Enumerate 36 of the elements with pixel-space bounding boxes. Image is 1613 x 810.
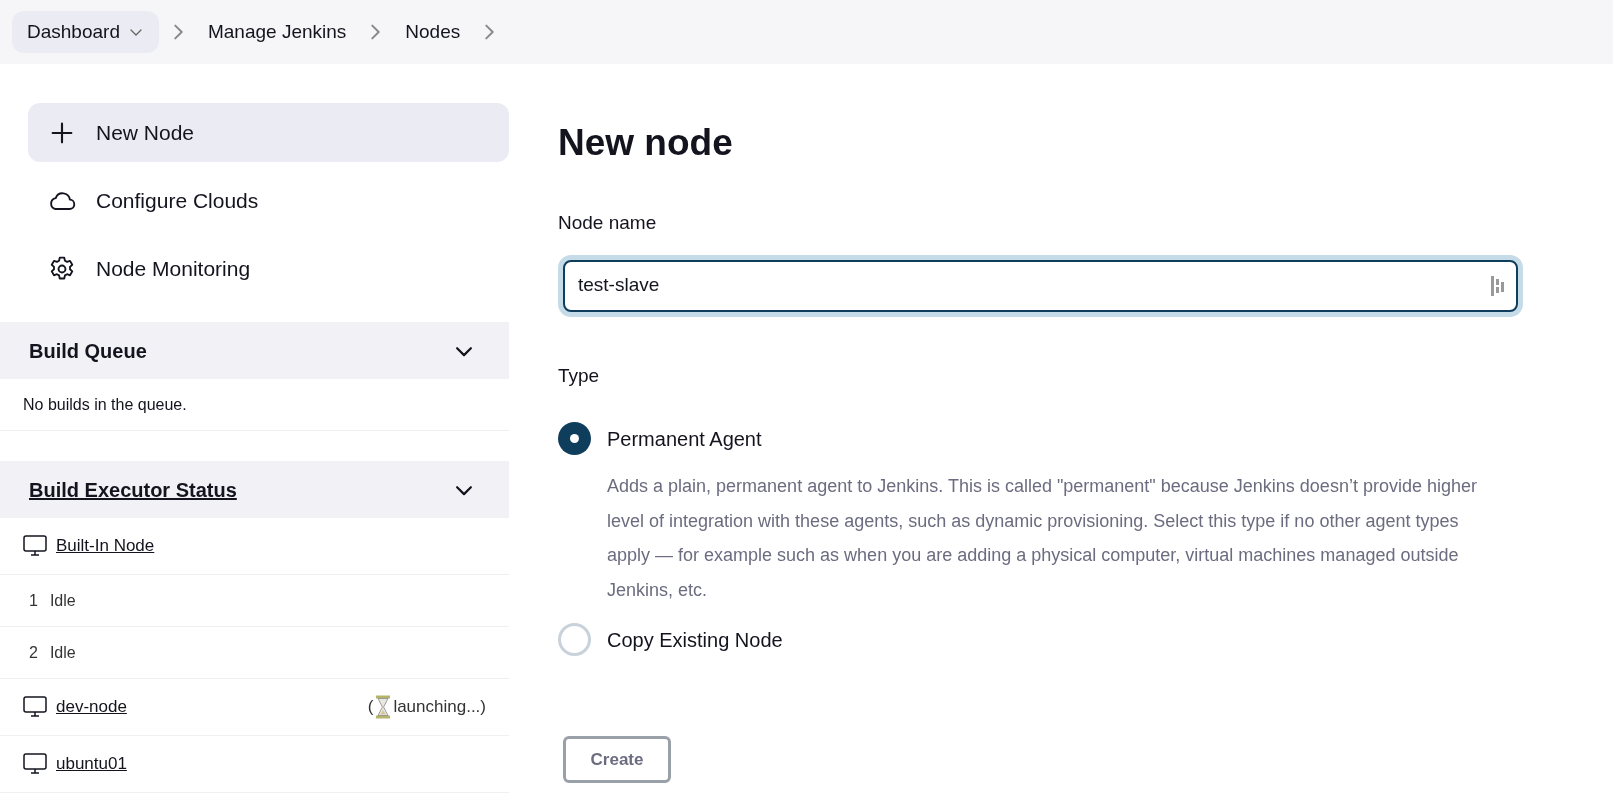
text-input[interactable]: test-slave bbox=[578, 271, 1490, 300]
node-link[interactable]: dev-node bbox=[56, 694, 127, 720]
page-title: New node bbox=[558, 124, 734, 161]
executor-number: 1 bbox=[29, 590, 38, 611]
type-description: Adds a plain, permanent agent to Jenkins. This is called "permanent" because Jenkins doesn’t provide higher level of integration with these agents, such as dynamic provisioning. Select this type if no other agent types apply — for example such as when you are adding a physical computer, virtual machines managed outside Jenkins, etc. bbox=[607, 475, 1478, 602]
computer-icon bbox=[23, 753, 47, 775]
hourglass-icon bbox=[375, 695, 392, 719]
sidebar-item[interactable]: Configure Clouds bbox=[28, 171, 509, 230]
executor-status: launching...) bbox=[393, 696, 486, 719]
executor-status: Idle bbox=[49, 642, 76, 663]
radio-label[interactable]: Copy Existing Node bbox=[607, 624, 783, 655]
node-link[interactable]: ubuntu01 bbox=[56, 751, 127, 777]
section-title: Build Queue bbox=[29, 338, 147, 364]
computer-icon bbox=[23, 535, 47, 557]
field-label: Type bbox=[558, 363, 601, 388]
breadcrumb-dropdown[interactable]: Dashboard bbox=[12, 11, 159, 53]
sidebar-item[interactable]: New Node bbox=[28, 103, 509, 162]
executor-status: Idle bbox=[49, 590, 76, 611]
radio-button[interactable] bbox=[558, 623, 591, 656]
executor-number: 2 bbox=[29, 642, 38, 663]
password-manager-icon[interactable] bbox=[1490, 274, 1506, 297]
field-label: Node name bbox=[558, 211, 658, 235]
separator-icon bbox=[485, 24, 495, 40]
radio-label[interactable]: Permanent Agent bbox=[607, 423, 762, 454]
separator-icon bbox=[173, 24, 183, 40]
paren-text: ( bbox=[367, 696, 374, 719]
section-title[interactable]: Build Executor Status bbox=[29, 474, 237, 505]
empty-queue-text: No builds in the queue. bbox=[23, 394, 187, 415]
node-link[interactable]: Built-In Node bbox=[56, 533, 155, 559]
computer-icon bbox=[23, 696, 47, 718]
breadcrumb-link[interactable]: Manage Jenkins bbox=[197, 17, 357, 47]
breadcrumb-link[interactable]: Nodes bbox=[395, 17, 471, 47]
radio-button[interactable] bbox=[558, 422, 591, 455]
create-button[interactable]: Create bbox=[563, 736, 671, 783]
sidebar-item[interactable]: Node Monitoring bbox=[28, 239, 509, 298]
separator-icon bbox=[371, 24, 381, 40]
